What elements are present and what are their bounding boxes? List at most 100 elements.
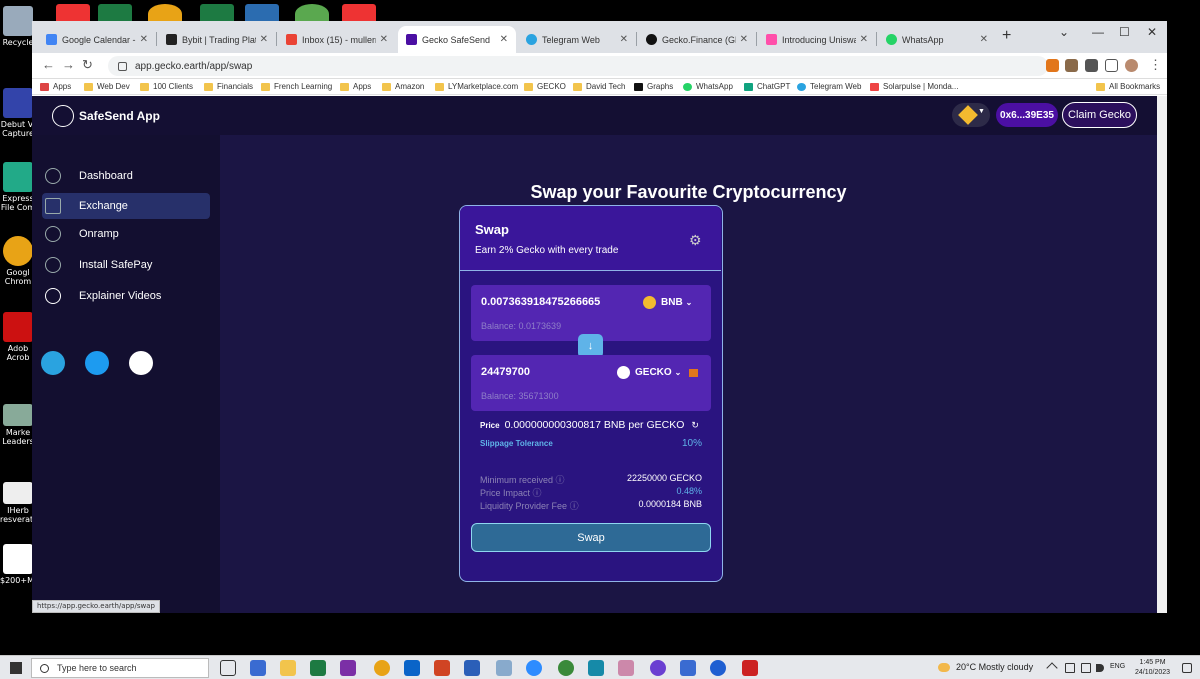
excel-icon[interactable]	[310, 660, 326, 676]
sidebar-item-dashboard[interactable]: Dashboard	[42, 163, 210, 189]
pen-app-icon[interactable]	[496, 660, 512, 676]
info-icon[interactable]: ⓘ	[570, 501, 579, 511]
new-tab-button[interactable]: +	[1002, 27, 1011, 45]
close-tab-icon[interactable]: ✕	[140, 34, 148, 45]
to-amount-input[interactable]: 24479700	[481, 366, 530, 378]
desktop-icon-acrobat[interactable]: Adob Acrob	[0, 312, 36, 362]
tab-search-icon[interactable]: ⌄	[1059, 25, 1069, 39]
close-tab-icon[interactable]: ✕	[860, 34, 868, 45]
tab-telegram[interactable]: Telegram Web ✕	[518, 26, 636, 53]
refresh-icon[interactable]: ↻	[691, 420, 699, 431]
profile-avatar[interactable]	[1125, 59, 1138, 72]
desktop-icon-express[interactable]: Express File Com	[0, 162, 36, 212]
bookmark-chatgpt[interactable]: ChatGPT	[744, 82, 790, 91]
close-window-icon[interactable]: ✕	[1147, 25, 1157, 39]
metamask-add-icon[interactable]	[689, 368, 699, 377]
tray-chevron-icon[interactable]	[1046, 662, 1058, 674]
bookmark-apps-folder[interactable]: Apps	[340, 82, 371, 91]
volume-icon[interactable]	[1096, 664, 1104, 672]
tab-gmail[interactable]: Inbox (15) - mullernick ✕	[278, 26, 396, 53]
display-icon[interactable]	[1081, 663, 1091, 673]
bookmark-apps[interactable]: Apps	[40, 82, 71, 91]
close-tab-icon[interactable]: ✕	[740, 34, 748, 45]
close-tab-icon[interactable]: ✕	[980, 34, 988, 45]
tab-gecko-finance[interactable]: Gecko.Finance (GECKO ✕	[638, 26, 756, 53]
file-explorer-icon[interactable]	[280, 660, 296, 676]
claim-gecko-button[interactable]: Claim Gecko	[1062, 102, 1137, 128]
maximize-icon[interactable]: ☐	[1119, 25, 1130, 39]
tab-gecko-safesend[interactable]: Gecko SafeSend ✕	[398, 26, 516, 53]
network-icon[interactable]	[1065, 663, 1075, 673]
desktop-icon-recycle[interactable]: Recycle	[0, 6, 36, 47]
store-icon[interactable]	[250, 660, 266, 676]
sidepanel-icon[interactable]	[1105, 59, 1118, 72]
to-token-selector[interactable]: GECKO ⌄	[617, 366, 699, 379]
swap-button[interactable]: Swap	[471, 523, 711, 552]
telegram-icon[interactable]	[41, 351, 65, 375]
system-clock[interactable]: 1:45 PM 24/10/2023	[1135, 658, 1170, 678]
info-icon[interactable]: ⓘ	[533, 488, 542, 498]
bookmark-amazon[interactable]: Amazon	[382, 82, 424, 91]
reload-icon[interactable]: ↻	[82, 57, 93, 73]
sidebar-item-onramp[interactable]: Onramp	[42, 221, 210, 247]
menu-icon[interactable]: ⋮	[1149, 57, 1162, 73]
task-view-icon[interactable]	[220, 660, 236, 676]
globe-app-icon[interactable]	[558, 660, 574, 676]
bookmark-lymarketplace[interactable]: LYMarketplace.com	[435, 82, 518, 91]
blue-app-icon[interactable]	[710, 660, 726, 676]
desktop-icon-debut[interactable]: Debut Vi Capture	[0, 88, 36, 138]
url-bar[interactable]: app.gecko.earth/app/swap	[108, 56, 1048, 76]
puzzle-icon[interactable]	[1085, 59, 1098, 72]
bookmark-solarpulse[interactable]: Solarpulse | Monda...	[870, 82, 958, 91]
sidebar-item-explainer-videos[interactable]: Explainer Videos	[42, 283, 210, 309]
gecko-logo-icon[interactable]	[129, 351, 153, 375]
tab-google-calendar[interactable]: Google Calendar - Wee ✕	[38, 26, 156, 53]
slippage-row[interactable]: Slippage Tolerance 10%	[480, 438, 702, 449]
forward-icon[interactable]: →	[62, 57, 75, 72]
onenote-icon[interactable]	[340, 660, 356, 676]
all-bookmarks[interactable]: All Bookmarks	[1096, 82, 1160, 91]
bookmark-telegram-web[interactable]: Telegram Web	[797, 82, 861, 91]
notifications-icon[interactable]	[1182, 663, 1192, 673]
input-language[interactable]: ENG	[1110, 663, 1125, 670]
outlook-icon[interactable]	[404, 660, 420, 676]
capture-app-icon[interactable]	[618, 660, 634, 676]
desktop-icon-market[interactable]: Marke Leaders	[0, 404, 36, 446]
from-token-field[interactable]: 0.007363918475266665 Balance: 0.0173639 …	[471, 285, 711, 341]
weather-widget[interactable]: 20°C Mostly cloudy	[938, 662, 1033, 672]
desktop-icon-chrome[interactable]: Googl Chrom	[0, 236, 36, 286]
powerpoint-icon[interactable]	[434, 660, 450, 676]
bookmark-financials[interactable]: Financials	[204, 82, 253, 91]
close-tab-icon[interactable]: ✕	[620, 34, 628, 45]
gecko-logo-icon[interactable]	[52, 105, 74, 127]
tab-bybit[interactable]: Bybit | Trading Platform ✕	[158, 26, 276, 53]
bookmark-graphs[interactable]: Graphs	[634, 82, 673, 91]
purple-app-icon[interactable]	[650, 660, 666, 676]
taskbar-search-box[interactable]: Type here to search	[31, 658, 209, 678]
twitter-icon[interactable]	[85, 351, 109, 375]
wallet-address-button[interactable]: 0x6...39E35	[996, 103, 1058, 127]
word-icon[interactable]	[464, 660, 480, 676]
docs-app-icon[interactable]	[680, 660, 696, 676]
desktop-icon-iherb[interactable]: IHerb resveratr	[0, 482, 36, 524]
to-token-field[interactable]: 24479700 Balance: 35671300 GECKO ⌄	[471, 355, 711, 411]
desktop-icon-pdf[interactable]: $200+Mil	[0, 544, 38, 585]
tab-whatsapp[interactable]: WhatsApp ✕	[878, 26, 996, 53]
minimize-icon[interactable]: —	[1092, 25, 1104, 39]
bookmark-100-clients[interactable]: 100 Clients	[140, 82, 193, 91]
bookmark-french-learning[interactable]: French Learning	[261, 82, 332, 91]
metamask-extension-icon[interactable]	[1046, 59, 1059, 72]
sidebar-item-exchange[interactable]: Exchange	[42, 193, 210, 219]
bookmark-web-dev[interactable]: Web Dev	[84, 82, 130, 91]
from-amount-input[interactable]: 0.007363918475266665	[481, 296, 600, 308]
extension-icon[interactable]	[1065, 59, 1078, 72]
page-scrollbar[interactable]	[1157, 96, 1167, 613]
gear-icon[interactable]: ⚙	[689, 232, 702, 249]
tab-uniswap[interactable]: Introducing Uniswap v ✕	[758, 26, 876, 53]
bookmark-gecko[interactable]: GECKO	[524, 82, 566, 91]
windows-start-icon[interactable]	[10, 662, 22, 674]
bookmark-david-tech[interactable]: David Tech	[573, 82, 625, 91]
bookmark-whatsapp[interactable]: WhatsApp	[683, 82, 733, 91]
red-app-icon[interactable]	[742, 660, 758, 676]
close-tab-icon[interactable]: ✕	[380, 34, 388, 45]
